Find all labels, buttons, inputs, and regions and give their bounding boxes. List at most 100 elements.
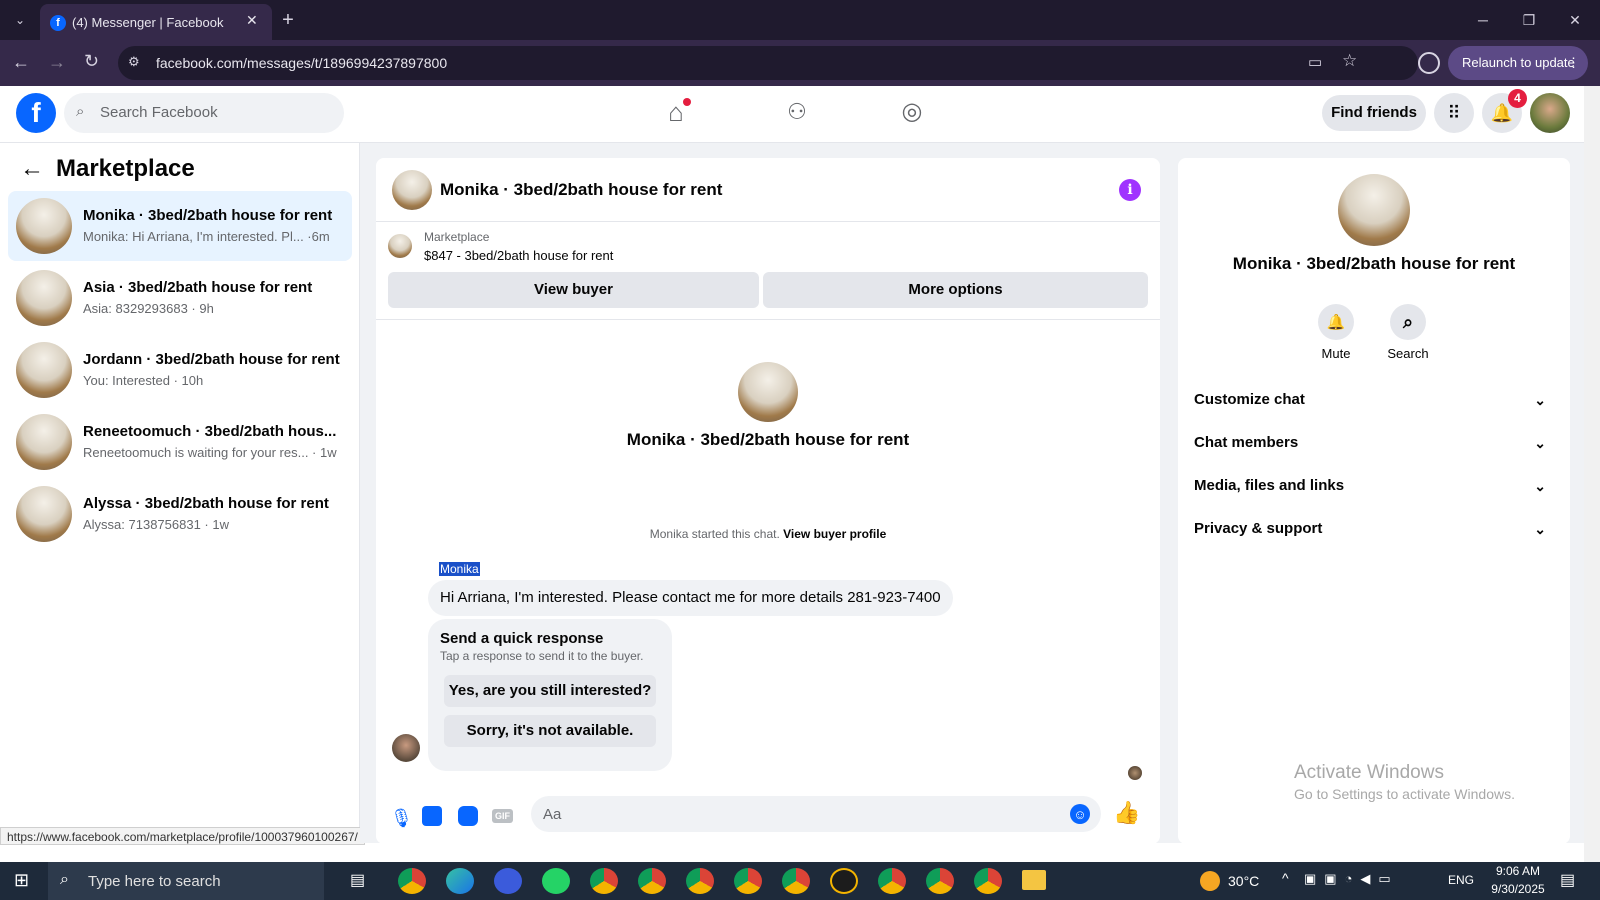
reload-icon[interactable]: ↻ (84, 51, 99, 72)
file-explorer-icon[interactable] (1022, 870, 1046, 890)
install-app-icon[interactable]: ▭ (1308, 53, 1322, 71)
app-icon[interactable] (494, 868, 522, 894)
tab-list-button[interactable]: ⌄ (8, 8, 32, 32)
close-window-button[interactable]: ✕ (1552, 0, 1598, 40)
tray-chevron-icon[interactable]: ^ (1282, 870, 1289, 886)
conversation-name: Reneetoomuch · 3bed/2bath hous... (83, 423, 337, 440)
notification-center-icon[interactable]: ▤ (1560, 870, 1575, 890)
find-friends-button[interactable]: Find friends (1322, 95, 1426, 131)
chevron-down-icon: ⌄ (1534, 478, 1546, 494)
chrome-profile-icon[interactable] (638, 868, 666, 894)
weather-sun-icon[interactable] (1200, 871, 1220, 891)
mute-bell-icon[interactable]: 🔔 (1318, 304, 1354, 340)
conversation-name: Monika · 3bed/2bath house for rent (83, 207, 333, 224)
chat-avatar[interactable] (392, 170, 432, 210)
sticker-icon[interactable] (458, 806, 478, 826)
chrome-profile-icon[interactable] (926, 868, 954, 894)
chat-members-row[interactable]: Chat members ⌄ (1194, 423, 1554, 463)
attach-photo-icon[interactable] (422, 806, 442, 826)
task-view-icon[interactable]: ▤ (350, 870, 365, 890)
media-files-links-row[interactable]: Media, files and links ⌄ (1194, 466, 1554, 506)
conversation-item[interactable]: Alyssa · 3bed/2bath house for rent Alyssa… (8, 479, 352, 549)
conversation-item[interactable]: Jordann · 3bed/2bath house for rent You: … (8, 335, 352, 405)
quick-reply-not-available[interactable]: Sorry, it's not available. (444, 715, 656, 747)
view-buyer-profile-link[interactable]: View buyer profile (783, 527, 886, 541)
browser-tab[interactable]: f (4) Messenger | Facebook ✕ (40, 4, 272, 40)
chrome-profile-icon[interactable] (734, 868, 762, 894)
minimize-button[interactable]: ─ (1460, 0, 1506, 40)
notification-count-badge: 4 (1508, 89, 1527, 108)
whatsapp-icon[interactable] (542, 868, 570, 894)
tab-title: (4) Messenger | Facebook (72, 15, 224, 30)
chrome-profile-icon[interactable] (686, 868, 714, 894)
info-icon[interactable]: i (1119, 179, 1141, 201)
chat-title[interactable]: Monika · 3bed/2bath house for rent (440, 180, 722, 200)
relaunch-button[interactable]: Relaunch to update ⋮ (1448, 46, 1588, 80)
like-thumb-icon[interactable]: 👍 (1113, 800, 1140, 826)
page-scrollbar[interactable] (1584, 86, 1600, 862)
close-tab-icon[interactable]: ✕ (246, 12, 258, 29)
language-indicator[interactable]: ENG (1448, 873, 1474, 887)
search-input[interactable]: ⌕ Search Facebook (64, 93, 344, 133)
account-avatar[interactable] (1530, 93, 1570, 133)
conversation-name: Asia · 3bed/2bath house for rent (83, 279, 313, 296)
emoji-icon[interactable]: ☺ (1070, 804, 1090, 824)
listing-thumbnail (388, 234, 412, 258)
listing-title[interactable]: $847 - 3bed/2bath house for rent (424, 248, 613, 263)
groups-icon[interactable]: ◎ (898, 98, 926, 126)
chrome-profile-icon[interactable] (974, 868, 1002, 894)
address-bar[interactable]: ⚙ facebook.com/messages/t/18969942378978… (118, 46, 1418, 80)
facebook-logo-icon[interactable]: f (16, 93, 56, 133)
back-icon[interactable]: ← (12, 52, 30, 73)
url-text[interactable]: facebook.com/messages/t/1896994237897800 (156, 55, 447, 71)
center-name: Monika · 3bed/2bath house for rent (626, 430, 910, 449)
site-info-icon[interactable]: ⚙ (128, 54, 140, 70)
chrome-profile-icon[interactable] (782, 868, 810, 894)
forward-icon[interactable]: → (48, 52, 66, 73)
more-options-button[interactable]: More options (763, 272, 1148, 308)
friends-icon[interactable]: ⚇ (782, 98, 812, 126)
conversation-name: Alyssa · 3bed/2bath house for rent (83, 495, 329, 512)
bookmark-star-icon[interactable]: ☆ (1342, 51, 1357, 71)
message-bubble[interactable]: Hi Arriana, I'm interested. Please conta… (428, 580, 953, 616)
clock-date[interactable]: 9/30/2025 (1486, 882, 1550, 896)
conversation-preview: You: Interested · 10h (83, 373, 204, 388)
sender-name[interactable]: Monika (439, 562, 480, 576)
microphone-icon[interactable]: 🎙 (390, 808, 413, 829)
windows-start-icon[interactable]: ⊞ (14, 870, 29, 891)
info-avatar[interactable] (1338, 174, 1410, 246)
browser-toolbar: ← → ↻ ⚙ facebook.com/messages/t/18969942… (0, 40, 1600, 86)
taskbar-search-box[interactable]: ⌕ Type here to search (48, 862, 324, 900)
center-avatar[interactable] (738, 362, 798, 422)
home-notification-dot (683, 98, 691, 106)
conversation-item[interactable]: Asia · 3bed/2bath house for rent Asia: 83… (8, 263, 352, 333)
gif-icon[interactable]: GIF (492, 809, 513, 823)
temperature-text[interactable]: 30°C (1228, 873, 1259, 889)
conversation-preview: Alyssa: 7138756831 · 1w (83, 517, 229, 532)
tray-icons[interactable]: ▣▣◔◀▭ (1304, 871, 1399, 887)
activate-windows-subtitle: Go to Settings to activate Windows. (1294, 786, 1515, 802)
chrome-profile-icon[interactable] (878, 868, 906, 894)
conversation-item[interactable]: Monika · 3bed/2bath house for rent Monika… (8, 191, 352, 261)
menu-dots-icon[interactable]: ⋮ (1567, 46, 1580, 80)
new-tab-button[interactable]: + (276, 6, 300, 34)
message-input[interactable]: Aa ☺ (531, 796, 1101, 832)
chrome-w-icon[interactable] (398, 868, 426, 894)
conversation-item[interactable]: Reneetoomuch · 3bed/2bath hous... Reneeto… (8, 407, 352, 477)
back-arrow-icon[interactable]: ← (20, 155, 44, 183)
profile-icon[interactable] (1418, 52, 1440, 74)
chrome-profile-icon[interactable] (590, 868, 618, 894)
wpm-app-icon[interactable] (830, 868, 858, 894)
conversation-preview: Reneetoomuch is waiting for your res... … (83, 445, 337, 460)
customize-chat-row[interactable]: Customize chat ⌄ (1194, 380, 1554, 420)
sender-avatar[interactable] (392, 734, 420, 762)
restore-button[interactable]: ❐ (1506, 0, 1552, 40)
clock-time[interactable]: 9:06 AM (1486, 864, 1550, 878)
quick-reply-still-interested[interactable]: Yes, are you still interested? (444, 675, 656, 707)
view-buyer-button[interactable]: View buyer (388, 272, 759, 308)
menu-grid-icon[interactable]: ⠿ (1434, 93, 1474, 133)
search-conversation-icon[interactable]: ⌕ (1390, 304, 1426, 340)
conversation-preview: Monika: Hi Arriana, I'm interested. Pl..… (83, 229, 330, 244)
privacy-support-row[interactable]: Privacy & support ⌄ (1194, 509, 1554, 549)
edge-icon[interactable] (446, 868, 474, 894)
